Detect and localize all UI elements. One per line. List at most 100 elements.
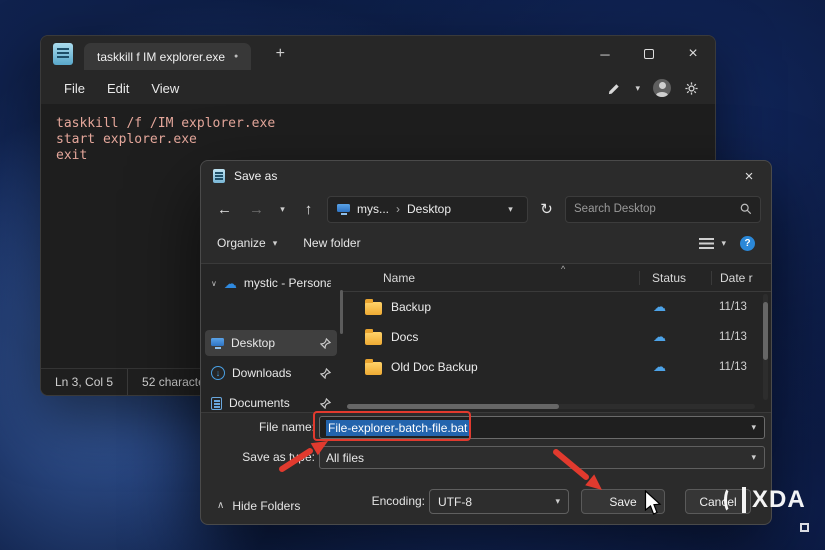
desktop-wallpaper: taskkill f IM explorer.exe ● + ─ × File … [0, 0, 825, 550]
file-row-backup[interactable]: Backup ☁ 11/13 [343, 292, 771, 322]
save-button[interactable]: Save [581, 489, 665, 514]
search-input[interactable] [574, 203, 734, 215]
refresh-button[interactable]: ↻ [533, 196, 560, 223]
breadcrumb-separator-icon: › [396, 202, 400, 216]
new-tab-button[interactable]: + [267, 41, 293, 67]
scrollbar-thumb[interactable] [347, 404, 560, 409]
save-type-dropdown[interactable]: All files ▾ [319, 446, 765, 469]
address-breadcrumb[interactable]: mys... › Desktop ▾ [327, 195, 528, 223]
notepad-tab-title: taskkill f IM explorer.exe [97, 49, 226, 64]
encoding-dropdown[interactable]: UTF-8 ▾ [429, 489, 569, 514]
desktop-icon [211, 337, 224, 349]
address-dropdown-icon[interactable]: ▾ [503, 204, 518, 215]
column-header-name[interactable]: Name [343, 271, 639, 285]
organize-label: Organize [217, 236, 266, 250]
sidebar-item-downloads[interactable]: ↓ Downloads [205, 360, 337, 386]
settings-gear-icon[interactable] [684, 81, 699, 96]
up-button[interactable]: ↑ [295, 196, 322, 223]
pin-icon [320, 337, 331, 349]
cursor-position: Ln 3, Col 5 [41, 369, 129, 395]
file-list: Name ^ Status Date r Backup ☁ 11/13 Docs… [343, 264, 771, 412]
file-name-input[interactable]: File-explorer-batch-file.bat ▾ [319, 416, 765, 439]
hide-folders-button[interactable]: ∧ Hide Folders [211, 493, 306, 518]
sidebar-item-label: Documents [229, 396, 290, 410]
column-header-status[interactable]: Status [639, 270, 711, 285]
folder-icon [365, 328, 382, 345]
dialog-nav-bar: ← → ▾ ↑ mys... › Desktop ▾ ↻ [201, 191, 771, 227]
maximize-button[interactable] [627, 36, 671, 72]
new-folder-button[interactable]: New folder [303, 236, 360, 250]
encoding-label: Encoding: [371, 494, 425, 508]
downloads-icon: ↓ [211, 366, 225, 380]
hide-folders-label: Hide Folders [232, 498, 301, 513]
list-view-icon [699, 237, 715, 249]
file-name-value: File-explorer-batch-file.bat [326, 419, 470, 436]
sidebar-item-label: Downloads [232, 366, 292, 380]
editor-line: taskkill /f /IM explorer.exe [56, 116, 276, 131]
vertical-scrollbar[interactable] [763, 294, 768, 400]
dialog-title: Save as [234, 169, 278, 183]
chevron-down-icon: ▾ [721, 237, 726, 248]
file-name: Docs [391, 330, 419, 344]
chevron-down-icon[interactable]: ▾ [751, 422, 756, 433]
file-row-old-doc-backup[interactable]: Old Doc Backup ☁ 11/13 [343, 352, 771, 382]
notepad-doc-icon [213, 169, 225, 183]
onedrive-cloud-icon: ☁ [223, 275, 237, 291]
help-button[interactable]: ? [740, 235, 755, 251]
recent-locations-chevron-icon[interactable]: ▾ [275, 204, 290, 215]
new-folder-label: New folder [303, 236, 361, 250]
dialog-close-button[interactable]: × [727, 161, 771, 191]
search-icon [740, 203, 752, 215]
menu-file[interactable]: File [53, 77, 96, 100]
maximize-icon [644, 49, 654, 59]
chevron-down-icon[interactable]: ▾ [555, 496, 560, 507]
cloud-status-icon: ☁ [653, 359, 666, 374]
view-options-button[interactable]: ▾ [699, 237, 726, 249]
scrollbar-thumb[interactable] [763, 302, 768, 360]
file-name: Backup [391, 300, 432, 314]
notepad-titlebar: taskkill f IM explorer.exe ● + ─ × [41, 36, 715, 72]
expand-chevron-icon[interactable]: ∨ [211, 279, 217, 288]
notepad-menubar-actions: ▾ [607, 79, 715, 97]
organize-button[interactable]: Organize ▾ [217, 236, 277, 250]
forward-button[interactable]: → [243, 196, 270, 223]
horizontal-scrollbar[interactable] [347, 404, 755, 409]
dialog-titlebar: Save as × [201, 161, 771, 191]
chevron-up-icon: ∧ [217, 500, 225, 511]
sidebar-item-label: mystic - Persona [243, 276, 331, 290]
file-name: Old Doc Backup [391, 360, 478, 374]
file-row-docs[interactable]: Docs ☁ 11/13 [343, 322, 771, 352]
chevron-down-icon[interactable]: ▾ [635, 83, 640, 94]
notepad-tab[interactable]: taskkill f IM explorer.exe ● [84, 43, 252, 70]
chevron-down-icon[interactable]: ▾ [751, 452, 756, 463]
pin-icon [320, 367, 331, 379]
file-name-label: File name: [258, 420, 315, 434]
file-date: 11/13 [719, 361, 747, 373]
breadcrumb-parent[interactable]: mys... [357, 202, 389, 216]
dialog-content: ∨ ☁ mystic - Persona Desktop ↓ Downloads… [201, 263, 771, 413]
close-button[interactable]: × [671, 36, 715, 72]
breadcrumb-current[interactable]: Desktop [407, 202, 451, 216]
menu-edit[interactable]: Edit [96, 77, 140, 100]
file-list-header: Name ^ Status Date r [343, 264, 771, 292]
dialog-toolbar: Organize ▾ New folder ▾ ? [201, 227, 771, 259]
sort-ascending-icon: ^ [561, 264, 566, 274]
cloud-status-icon: ☁ [653, 329, 666, 344]
folder-sidebar: ∨ ☁ mystic - Persona Desktop ↓ Downloads… [201, 264, 343, 412]
account-avatar[interactable] [653, 79, 671, 97]
chevron-down-icon: ▾ [272, 237, 278, 248]
watermark-square [800, 523, 809, 532]
menu-view[interactable]: View [140, 77, 190, 100]
back-button[interactable]: ← [211, 196, 238, 223]
minimize-button[interactable]: ─ [583, 36, 627, 72]
sidebar-item-onedrive[interactable]: ∨ ☁ mystic - Persona [205, 270, 337, 296]
pin-icon [320, 397, 331, 409]
notepad-menubar: File Edit View ▾ [41, 72, 715, 104]
notepad-app-icon [53, 43, 73, 65]
edit-pen-icon[interactable] [607, 81, 622, 96]
column-header-date[interactable]: Date r [711, 270, 771, 285]
documents-icon [211, 396, 222, 410]
save-type-label: Save as type: [242, 450, 315, 464]
cancel-button[interactable]: Cancel [685, 489, 751, 514]
sidebar-item-desktop[interactable]: Desktop [205, 330, 337, 356]
